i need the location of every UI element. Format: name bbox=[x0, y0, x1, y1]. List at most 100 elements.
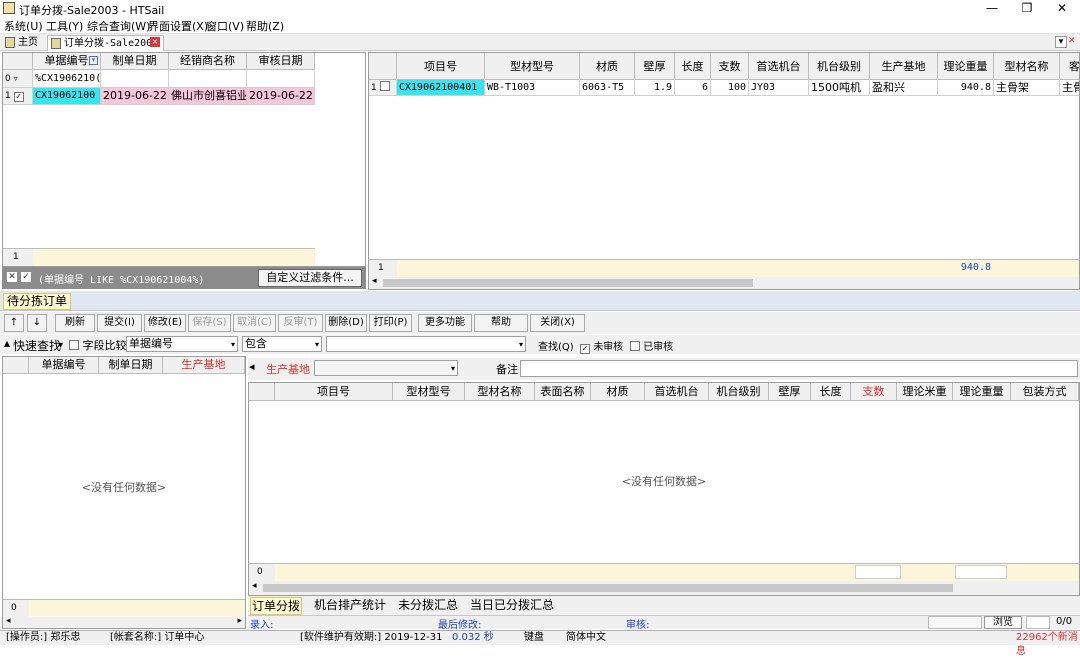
filter-cell-audit[interactable] bbox=[247, 70, 315, 88]
tab-home[interactable]: 主页 bbox=[2, 35, 46, 51]
row-checkbox[interactable]: ✓ bbox=[13, 92, 24, 102]
table-cell-machine[interactable]: JY03 bbox=[749, 80, 809, 96]
note-input[interactable] bbox=[520, 360, 1078, 377]
filter-cell-date[interactable] bbox=[101, 70, 169, 88]
menu-window[interactable]: 窗口(V) bbox=[206, 18, 244, 34]
table-cell-item-no[interactable]: CX19062100401 bbox=[397, 80, 485, 96]
col-profile-model[interactable]: 型材型号 bbox=[485, 53, 580, 80]
col-count[interactable]: 支数 bbox=[711, 53, 749, 80]
search-field-select[interactable]: 单据编号 ▾ bbox=[126, 336, 238, 352]
search-value-input[interactable]: ▾ bbox=[326, 336, 526, 352]
horizontal-scrollbar[interactable]: ◂ bbox=[369, 276, 1079, 289]
table-cell-doc-no[interactable]: CX19062100 bbox=[33, 88, 101, 105]
browse-button[interactable]: 浏览 bbox=[984, 616, 1022, 629]
col-customer[interactable]: 客 bbox=[1060, 53, 1079, 80]
filter-icon[interactable]: ▾ bbox=[89, 56, 98, 65]
menu-help[interactable]: 帮助(Z) bbox=[246, 18, 284, 34]
col-surface-name[interactable]: 表面名称 bbox=[535, 383, 591, 401]
col-packing-method[interactable]: 包装方式 bbox=[1011, 383, 1079, 401]
section-title[interactable]: 待分拣订单 bbox=[3, 293, 72, 310]
production-base-select[interactable]: ▾ bbox=[314, 360, 458, 376]
table-cell-audit-date[interactable]: 2019-06-22 bbox=[247, 88, 315, 105]
col-theoretical-meter-weight[interactable]: 理论米重 bbox=[897, 383, 953, 401]
row-checkbox[interactable] bbox=[379, 81, 390, 91]
table-cell-name[interactable]: 主骨架 bbox=[994, 80, 1060, 96]
print-button[interactable]: 打印(P) bbox=[369, 314, 412, 332]
col-length[interactable]: 长度 bbox=[675, 53, 711, 80]
close-all-icon[interactable]: ✕ bbox=[1068, 36, 1079, 48]
col-machine-level[interactable]: 机台级别 bbox=[809, 53, 870, 80]
col-length[interactable]: 长度 bbox=[811, 383, 851, 401]
col-count[interactable]: 支数 bbox=[851, 383, 897, 401]
find-button[interactable]: 查找(Q) bbox=[538, 338, 574, 353]
maximize-button[interactable]: ❐ bbox=[1013, 0, 1041, 17]
col-production-base[interactable]: 生产基地 bbox=[163, 357, 245, 374]
tab-today-allocated-summary[interactable]: 当日已分拨汇总 bbox=[470, 597, 554, 615]
col-create-date[interactable]: 制单日期 bbox=[99, 357, 163, 374]
col-create-date[interactable]: 制单日期 bbox=[101, 53, 169, 70]
col-theoretical-weight[interactable]: 理论重量 bbox=[953, 383, 1011, 401]
table-cell-base[interactable]: 盈和兴 bbox=[870, 80, 938, 96]
table-cell-material[interactable]: 6063-T5 bbox=[580, 80, 635, 96]
tab-list-dropdown-icon[interactable]: ▾ bbox=[1055, 36, 1067, 48]
col-thickness[interactable]: 壁厚 bbox=[769, 383, 811, 401]
table-cell-dealer[interactable]: 佛山市创喜铝业 bbox=[169, 88, 247, 105]
close-window-button[interactable]: ✕ bbox=[1048, 0, 1076, 17]
table-cell-date[interactable]: 2019-06-22 bbox=[101, 88, 169, 105]
col-material[interactable]: 材质 bbox=[591, 383, 645, 401]
expand-down-icon[interactable]: ▾ bbox=[58, 340, 63, 351]
minimize-button[interactable]: — bbox=[978, 0, 1006, 17]
col-doc-no[interactable]: 单据编号 ▾ bbox=[33, 53, 101, 70]
save-button[interactable]: 保存(S) bbox=[188, 314, 231, 332]
field-compare-checkbox[interactable]: 字段比较 bbox=[69, 337, 127, 353]
scrollbar-thumb[interactable] bbox=[263, 584, 953, 592]
col-profile-model[interactable]: 型材型号 bbox=[393, 383, 465, 401]
table-cell-weight[interactable]: 940.8 bbox=[938, 80, 994, 96]
unaudit-button[interactable]: 反审(T) bbox=[278, 314, 323, 332]
table-cell-length[interactable]: 6 bbox=[675, 80, 711, 96]
search-operator-select[interactable]: 包含 ▾ bbox=[242, 336, 322, 352]
custom-filter-button[interactable]: 自定义过滤条件... bbox=[258, 269, 362, 287]
table-cell-level[interactable]: 1500吨机 bbox=[809, 80, 870, 96]
new-messages-link[interactable]: 22962个新消息 bbox=[1016, 631, 1080, 659]
col-machine-level[interactable]: 机台级别 bbox=[709, 383, 769, 401]
table-cell-customer[interactable]: 主骨 bbox=[1060, 80, 1079, 96]
col-profile-name[interactable]: 型材名称 bbox=[465, 383, 535, 401]
col-profile-name[interactable]: 型材名称 bbox=[994, 53, 1060, 80]
splitter-left-icon[interactable]: ◂ bbox=[249, 360, 255, 373]
more-functions-button[interactable]: 更多功能 bbox=[418, 314, 472, 332]
refresh-button[interactable]: 刷新 bbox=[55, 314, 95, 332]
col-item-no[interactable]: 项目号 bbox=[397, 53, 485, 80]
menu-query[interactable]: 综合查询(W) bbox=[87, 18, 150, 34]
toggle-filter-checkbox[interactable]: ✓ bbox=[21, 272, 31, 282]
col-production-base[interactable]: 生产基地 bbox=[870, 53, 938, 80]
menu-tools[interactable]: 工具(Y) bbox=[46, 18, 83, 34]
col-material[interactable]: 材质 bbox=[580, 53, 635, 80]
filter-cell-doc-no[interactable]: %CX1906210( bbox=[33, 70, 101, 88]
help-button[interactable]: 帮助 bbox=[474, 314, 528, 332]
menu-ui-settings[interactable]: 界面设置(X) bbox=[148, 18, 208, 34]
col-item-no[interactable]: 项目号 bbox=[275, 383, 393, 401]
table-cell-count[interactable]: 100 bbox=[711, 80, 749, 96]
close-button[interactable]: 关闭(X) bbox=[530, 314, 585, 332]
col-preferred-machine[interactable]: 首选机台 bbox=[749, 53, 809, 80]
col-doc-no[interactable]: 单据编号 bbox=[29, 357, 99, 374]
col-thickness[interactable]: 壁厚 bbox=[635, 53, 675, 80]
collapse-up-icon[interactable]: ▴ bbox=[4, 336, 10, 350]
tab-order-allocation[interactable]: 订单分拨-Sale2003 bbox=[47, 35, 164, 51]
tab-unallocated-summary[interactable]: 未分拨汇总 bbox=[398, 597, 458, 615]
horizontal-scrollbar[interactable]: ◂ bbox=[249, 581, 1079, 595]
clear-filter-icon[interactable]: ✕ bbox=[7, 272, 17, 282]
close-tab-icon[interactable]: × bbox=[150, 37, 160, 47]
submit-button[interactable]: 提交(I) bbox=[97, 314, 142, 332]
tab-machine-schedule-stats[interactable]: 机台排产统计 bbox=[314, 597, 386, 615]
table-cell-model[interactable]: WB-T1003 bbox=[485, 80, 580, 96]
col-dealer-name[interactable]: 经销商名称 bbox=[169, 53, 247, 70]
horizontal-scrollbar[interactable]: ◂ ▸ bbox=[3, 616, 245, 628]
unaudited-checkbox[interactable]: ✓ 未审核 bbox=[580, 338, 623, 354]
tab-order-allocation-bottom[interactable]: 订单分拨 bbox=[250, 597, 302, 615]
edit-button[interactable]: 修改(E) bbox=[144, 314, 186, 332]
filter-cell-dealer[interactable] bbox=[169, 70, 247, 88]
delete-button[interactable]: 删除(D) bbox=[325, 314, 367, 332]
col-theoretical-weight[interactable]: 理论重量 bbox=[938, 53, 994, 80]
